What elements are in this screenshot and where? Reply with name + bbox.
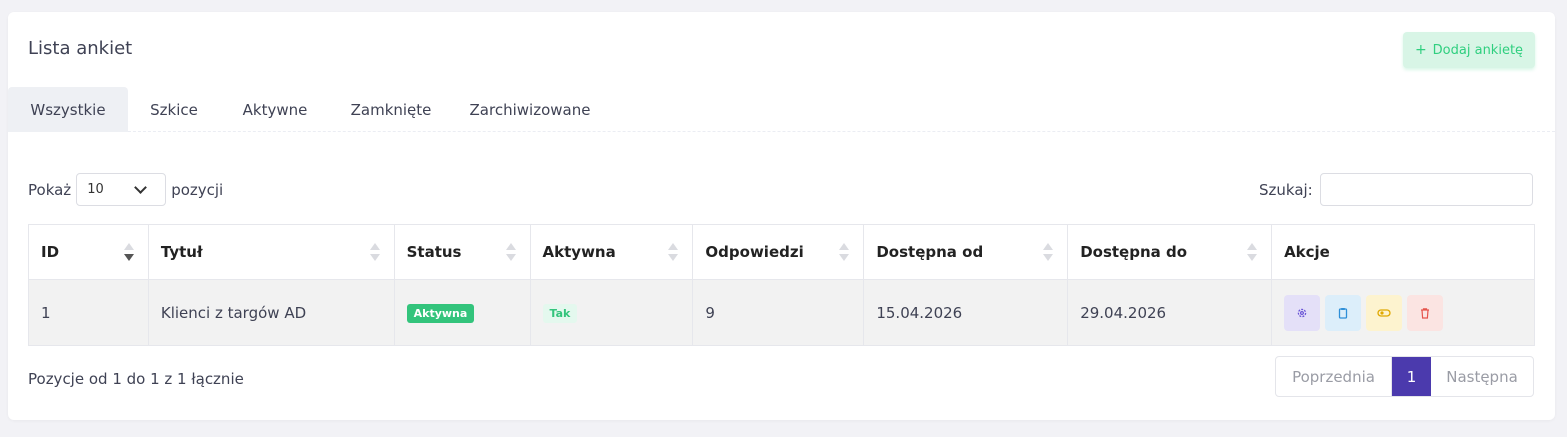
col-active[interactable]: Aktywna <box>529 224 694 280</box>
col-actions: Akcje <box>1271 224 1535 280</box>
col-title[interactable]: Tytuł <box>147 224 395 280</box>
cell-active: Tak <box>529 279 694 346</box>
table-row: 1 Klienci z targów AD Aktywna Tak 9 15.0… <box>28 279 1535 346</box>
sort-icon <box>1247 243 1258 263</box>
cell-actions <box>1271 279 1535 346</box>
surveys-table: ID Tytuł Status Aktywna Odpowiedzi Dostę… <box>28 224 1535 346</box>
cell-from: 15.04.2026 <box>863 279 1069 346</box>
pagination: Poprzednia 1 Następna <box>1275 356 1534 397</box>
col-available-from[interactable]: Dostępna od <box>863 224 1069 280</box>
toggle-button[interactable] <box>1366 294 1403 331</box>
sort-icon <box>505 243 516 263</box>
tab-archived[interactable]: Zarchiwizowane <box>452 87 608 132</box>
sort-icon <box>839 243 850 263</box>
prev-page-button[interactable]: Poprzednia <box>1276 357 1392 396</box>
cell-status: Aktywna <box>393 279 531 346</box>
search-label: Szukaj: <box>1259 180 1313 199</box>
tab-closed[interactable]: Zamknięte <box>330 87 452 132</box>
search-input[interactable] <box>1319 173 1533 206</box>
sort-icon <box>123 243 134 263</box>
length-suffix: pozycji <box>171 180 224 199</box>
tab-all[interactable]: Wszystkie <box>8 87 128 132</box>
settings-button[interactable] <box>1284 294 1321 331</box>
add-survey-label: Dodaj ankietę <box>1432 42 1524 58</box>
gear-icon <box>1297 308 1307 317</box>
sort-icon <box>1043 243 1054 263</box>
page-1-button[interactable]: 1 <box>1392 357 1431 396</box>
copy-button[interactable] <box>1325 294 1362 331</box>
col-status[interactable]: Status <box>393 224 531 280</box>
cell-title: Klienci z targów AD <box>147 279 395 346</box>
clipboard-icon <box>1338 307 1348 319</box>
page-length-value: 10 <box>87 182 104 197</box>
delete-button[interactable] <box>1407 294 1444 331</box>
col-id[interactable]: ID <box>28 224 149 280</box>
active-badge: Tak <box>542 303 578 323</box>
cell-to: 29.04.2026 <box>1067 279 1273 346</box>
col-responses[interactable]: Odpowiedzi <box>692 224 865 280</box>
sort-icon <box>668 243 679 263</box>
table-info: Pozycje od 1 do 1 z 1 łącznie <box>28 370 244 388</box>
add-survey-button[interactable]: + Dodaj ankietę <box>1403 32 1535 68</box>
toggle-icon <box>1377 308 1391 317</box>
trash-icon <box>1421 307 1430 319</box>
tab-active[interactable]: Aktywne <box>220 87 330 132</box>
page-length-control: Pokaż 10 pozycji <box>28 173 223 206</box>
surveys-card: Lista ankiet + Dodaj ankietę Wszystkie S… <box>8 12 1555 420</box>
chevron-down-icon <box>134 181 148 194</box>
plus-icon: + <box>1414 42 1427 58</box>
cell-responses: 9 <box>692 279 865 346</box>
status-badge: Aktywna <box>406 303 475 323</box>
next-page-button[interactable]: Następna <box>1431 357 1533 396</box>
cell-id: 1 <box>28 279 149 346</box>
page-length-select[interactable]: 10 <box>76 173 167 206</box>
col-available-to[interactable]: Dostępna do <box>1067 224 1273 280</box>
status-tabs: Wszystkie Szkice Aktywne Zamknięte Zarch… <box>8 87 1555 132</box>
sort-icon <box>369 243 380 263</box>
search-control: Szukaj: <box>1259 173 1533 206</box>
page-title: Lista ankiet <box>28 38 133 59</box>
tab-drafts[interactable]: Szkice <box>128 87 220 132</box>
length-prefix: Pokaż <box>28 180 72 199</box>
